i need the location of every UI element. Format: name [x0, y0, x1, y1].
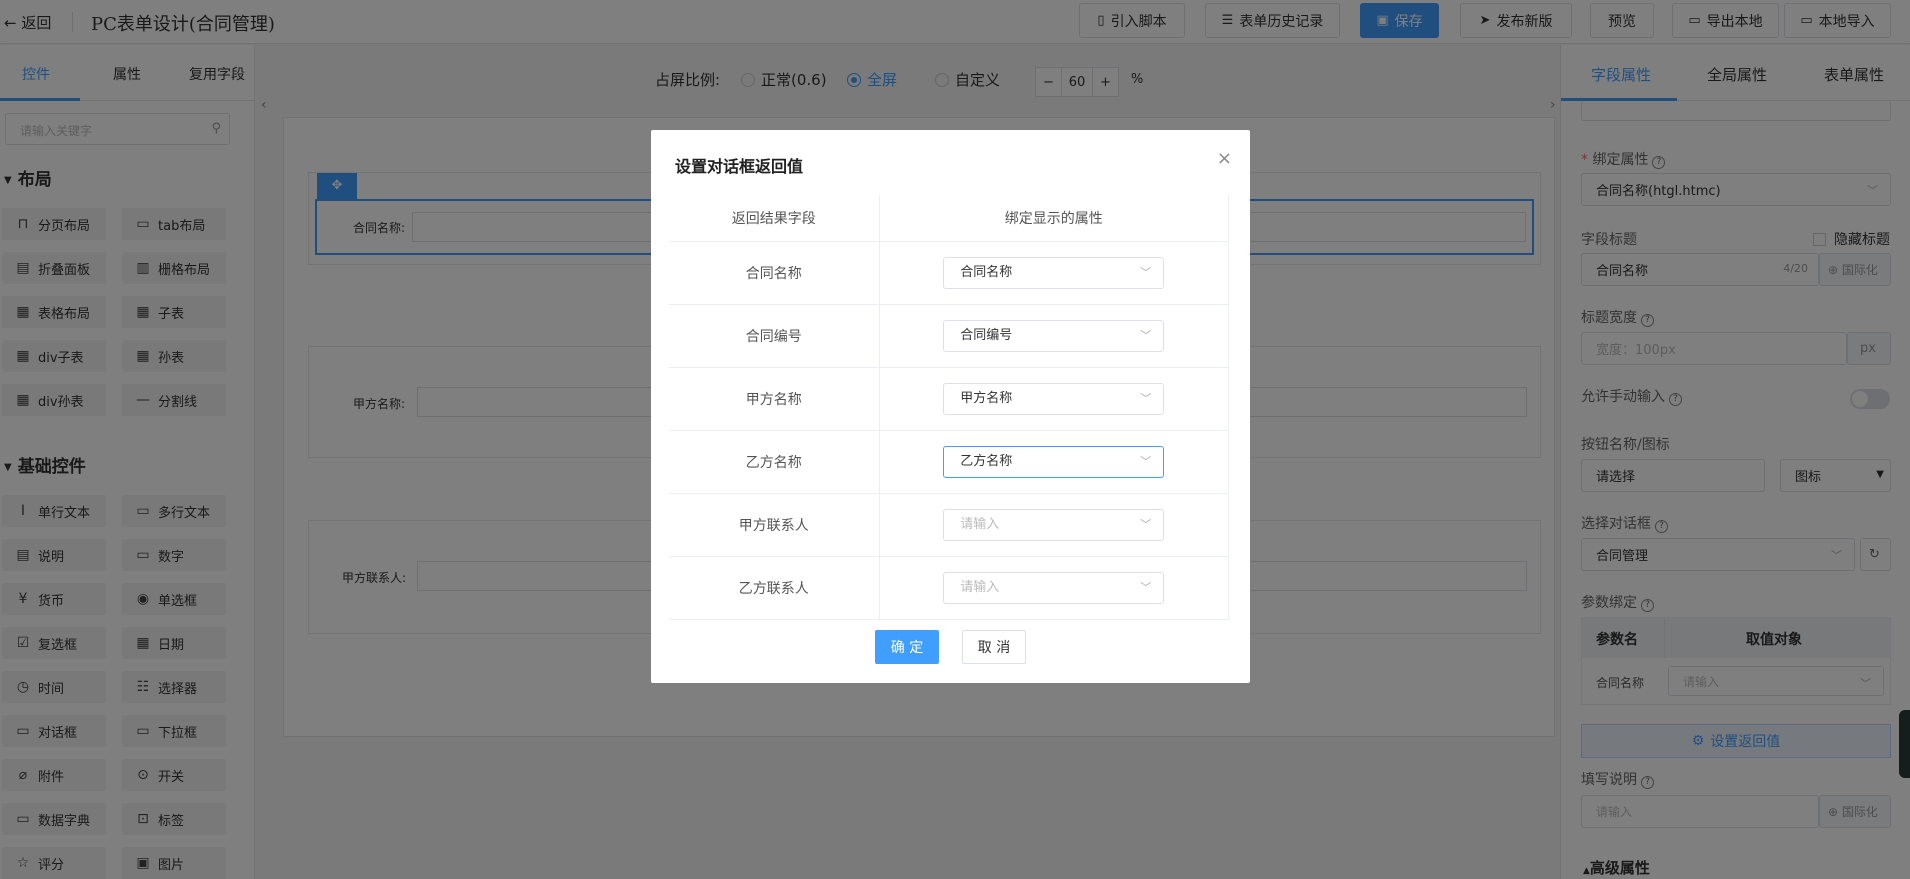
select-value: 甲方名称 [960, 390, 1013, 406]
table-row: 甲方联系人 请输入 ﹀ [669, 493, 1229, 557]
chevron-down-icon: ﹀ [1140, 391, 1152, 405]
chevron-down-icon: ﹀ [1140, 265, 1152, 279]
table-row: 乙方联系人 请输入 ﹀ [669, 556, 1229, 620]
bind-attr-cell: 请输入 ﹀ [879, 556, 1229, 620]
select-value: 请输入 [960, 579, 1000, 595]
bind-attr-select[interactable]: 乙方名称 ﹀ [943, 445, 1165, 478]
select-value: 乙方名称 [960, 453, 1013, 469]
column-header-return-field: 返回结果字段 [669, 195, 880, 242]
dialog-title: 设置对话框返回值 [675, 157, 804, 176]
table-row: 合同编号 合同编号 ﹀ [669, 304, 1229, 368]
close-icon[interactable]: × [1217, 148, 1232, 169]
bind-attr-select[interactable]: 合同编号 ﹀ [943, 319, 1165, 352]
bind-attr-cell: 合同名称 ﹀ [879, 241, 1229, 305]
chevron-down-icon: ﹀ [1140, 328, 1152, 342]
return-field-cell: 合同编号 [669, 304, 880, 368]
select-value: 合同名称 [960, 264, 1013, 280]
return-field-cell: 甲方联系人 [669, 493, 880, 557]
bind-attr-cell: 请输入 ﹀ [879, 493, 1229, 557]
chevron-down-icon: ﹀ [1140, 454, 1152, 468]
bind-attr-select[interactable]: 请输入 ﹀ [943, 571, 1165, 604]
return-field-cell: 乙方名称 [669, 430, 880, 494]
bind-attr-cell: 甲方名称 ﹀ [879, 367, 1229, 431]
return-value-dialog: 设置对话框返回值 × 返回结果字段 绑定显示的属性 合同名称 合同名称 ﹀ 合同编号合… [651, 130, 1250, 683]
bind-attr-cell: 乙方名称 ﹀ [879, 430, 1229, 494]
return-value-table: 返回结果字段 绑定显示的属性 合同名称 合同名称 ﹀ 合同编号 合同编号 ﹀ 甲方名称 甲方名… [669, 195, 1229, 620]
chevron-down-icon: ﹀ [1140, 517, 1152, 531]
return-field-cell: 合同名称 [669, 241, 880, 305]
chevron-down-icon: ﹀ [1140, 580, 1152, 594]
table-row: 乙方名称 乙方名称 ﹀ [669, 430, 1229, 494]
return-field-cell: 甲方名称 [669, 367, 880, 431]
column-header-bind-attr: 绑定显示的属性 [879, 195, 1229, 242]
bind-attr-select[interactable]: 合同名称 ﹀ [943, 256, 1165, 289]
bind-attr-select[interactable]: 甲方名称 ﹀ [943, 382, 1165, 415]
select-value: 请输入 [960, 516, 1000, 532]
confirm-button[interactable]: 确 定 [875, 630, 939, 664]
bind-attr-cell: 合同编号 ﹀ [879, 304, 1229, 368]
table-body: 合同名称 合同名称 ﹀ 合同编号 合同编号 ﹀ 甲方名称 甲方名称 ﹀ 乙方名称 乙方名称 ﹀ 甲方联系… [669, 241, 1229, 620]
cancel-button[interactable]: 取 消 [962, 630, 1026, 664]
select-value: 合同编号 [960, 327, 1013, 343]
table-row: 合同名称 合同名称 ﹀ [669, 241, 1229, 305]
table-row: 甲方名称 甲方名称 ﹀ [669, 367, 1229, 431]
bind-attr-select[interactable]: 请输入 ﹀ [943, 508, 1165, 541]
return-field-cell: 乙方联系人 [669, 556, 880, 620]
